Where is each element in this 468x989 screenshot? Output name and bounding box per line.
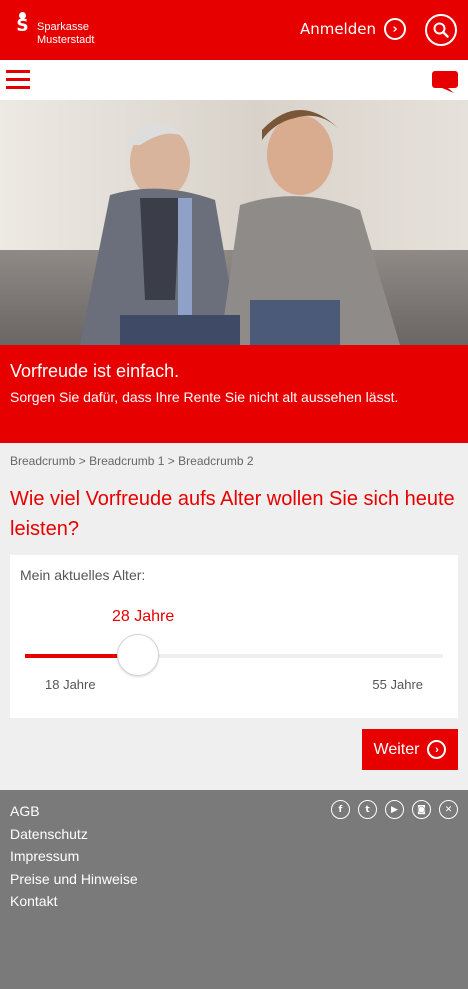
- instagram-icon[interactable]: ◙: [412, 800, 431, 819]
- breadcrumb-item[interactable]: Breadcrumb: [10, 454, 75, 468]
- hero-teaser: Vorfreude ist einfach. Sorgen Sie dafür,…: [0, 345, 468, 443]
- youtube-icon[interactable]: ▶: [385, 800, 404, 819]
- facebook-icon[interactable]: f: [331, 800, 350, 819]
- search-icon: [433, 22, 449, 38]
- logo-text: Sparkasse Musterstadt: [37, 21, 94, 47]
- sparkasse-s-icon: S: [14, 12, 31, 35]
- social-links: f t ▶ ◙ ✕: [331, 800, 458, 819]
- twitter-icon[interactable]: t: [358, 800, 377, 819]
- breadcrumb-separator: >: [78, 454, 86, 468]
- age-slider-label: Mein aktuelles Alter:: [20, 567, 146, 583]
- xing-icon[interactable]: ✕: [439, 800, 458, 819]
- login-label: Anmelden: [299, 20, 376, 38]
- sparkasse-logo[interactable]: S Sparkasse Musterstadt: [14, 12, 94, 47]
- hero-image: [0, 100, 468, 345]
- next-button-label: Weiter: [373, 740, 420, 758]
- age-slider-card: Mein aktuelles Alter: 28 Jahre 18 Jahre …: [10, 555, 458, 718]
- logo-line-2: Musterstadt: [37, 34, 95, 46]
- age-slider-track[interactable]: [25, 634, 443, 676]
- footer-link-agb[interactable]: AGB: [10, 800, 138, 823]
- age-slider-min-label: 18 Jahre: [45, 677, 96, 692]
- hero-headline: Vorfreude ist einfach.: [10, 361, 180, 381]
- next-button[interactable]: Weiter ›: [362, 729, 458, 770]
- search-button[interactable]: [425, 14, 457, 46]
- breadcrumb-separator: >: [167, 454, 175, 468]
- hero-subline: Sorgen Sie dafür, dass Ihre Rente Sie ni…: [10, 389, 399, 405]
- breadcrumb-item[interactable]: Breadcrumb 1: [89, 454, 164, 468]
- menu-icon[interactable]: [6, 70, 30, 90]
- footer-link-datenschutz[interactable]: Datenschutz: [10, 823, 138, 846]
- age-slider-handle[interactable]: [116, 634, 159, 676]
- chevron-right-icon: ›: [427, 740, 447, 759]
- footer: AGB Datenschutz Impressum Preise und Hin…: [0, 790, 468, 989]
- login-button[interactable]: Anmelden ›: [300, 18, 406, 40]
- top-bar: S Sparkasse Musterstadt Anmelden ›: [0, 0, 468, 60]
- breadcrumb: Breadcrumb > Breadcrumb 1 > Breadcrumb 2: [10, 454, 254, 468]
- footer-link-preise[interactable]: Preise und Hinweise: [10, 868, 138, 891]
- chat-icon[interactable]: [432, 71, 458, 93]
- footer-link-impressum[interactable]: Impressum: [10, 845, 138, 868]
- age-slider-max-label: 55 Jahre: [372, 677, 423, 692]
- logo-line-1: Sparkasse: [37, 21, 89, 33]
- chevron-right-icon: ›: [384, 18, 406, 40]
- age-slider-value: 28 Jahre: [112, 608, 175, 625]
- footer-links: AGB Datenschutz Impressum Preise und Hin…: [10, 800, 138, 913]
- page-title: Wie viel Vorfreude aufs Alter wollen Sie…: [10, 488, 455, 540]
- breadcrumb-item[interactable]: Breadcrumb 2: [178, 454, 253, 468]
- footer-link-kontakt[interactable]: Kontakt: [10, 890, 138, 913]
- nav-bar: [0, 60, 468, 100]
